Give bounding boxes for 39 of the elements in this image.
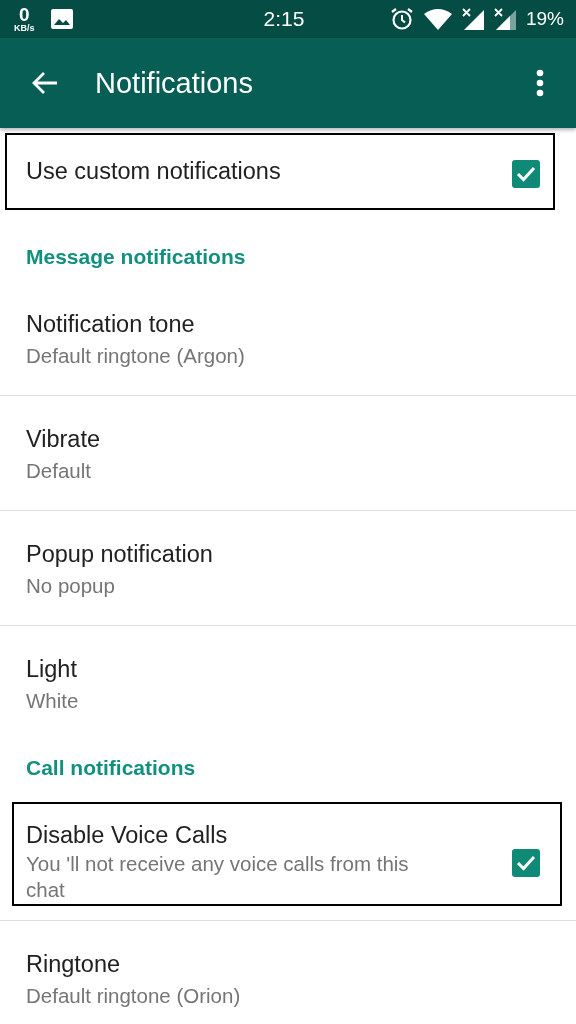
checkbox[interactable] bbox=[512, 160, 540, 188]
checkbox[interactable] bbox=[512, 849, 540, 877]
settings-item[interactable]: Ringtone Default ringtone (Orion) bbox=[0, 920, 576, 1024]
item-summary: White bbox=[26, 688, 80, 714]
settings-item[interactable]: Light White bbox=[0, 625, 576, 740]
item-title: Ringtone bbox=[26, 950, 122, 979]
checkmark-icon bbox=[516, 166, 536, 182]
checkmark-icon bbox=[516, 855, 536, 871]
section-header: Message notifications bbox=[26, 244, 247, 270]
item-title: Use custom notifications bbox=[26, 157, 282, 186]
more-options-button[interactable] bbox=[534, 68, 546, 98]
signal-icon bbox=[461, 8, 484, 30]
item-summary: You 'll not receive any voice calls from this chat bbox=[26, 851, 410, 903]
section-header: Call notifications bbox=[26, 755, 197, 781]
battery-percentage: 19% bbox=[525, 8, 564, 30]
item-title: Notification tone bbox=[26, 310, 196, 339]
network-speed: 0 bbox=[18, 5, 30, 24]
item-summary: Default ringtone (Argon) bbox=[26, 343, 246, 369]
alarm-clock-icon bbox=[389, 7, 414, 31]
settings-item[interactable]: Vibrate Default bbox=[0, 395, 576, 510]
signal-icon bbox=[493, 8, 516, 30]
wifi-icon bbox=[423, 8, 452, 30]
item-summary: No popup bbox=[26, 573, 116, 599]
settings-item[interactable]: Notification tone Default ringtone (Argon) bbox=[0, 281, 576, 395]
more-icon bbox=[536, 69, 544, 97]
item-title: Light bbox=[26, 655, 78, 684]
settings-item[interactable]: Use custom notifications bbox=[0, 128, 576, 229]
settings-item[interactable]: Disable Voice Calls You 'll not receive any voice calls from this chat bbox=[0, 792, 576, 920]
screen-title: Notifications bbox=[95, 66, 254, 100]
speed-unit: KB/s bbox=[14, 24, 35, 33]
item-title: Disable Voice Calls bbox=[26, 821, 229, 850]
back-arrow-icon bbox=[32, 71, 58, 95]
item-summary: Default ringtone (Orion) bbox=[26, 983, 242, 1009]
settings-item[interactable]: Popup notification No popup bbox=[0, 510, 576, 625]
item-summary: Default bbox=[26, 458, 92, 484]
image-icon bbox=[50, 9, 73, 29]
item-title: Vibrate bbox=[26, 425, 102, 454]
clock-time: 2:15 bbox=[263, 7, 305, 31]
item-title: Popup notification bbox=[26, 540, 214, 569]
